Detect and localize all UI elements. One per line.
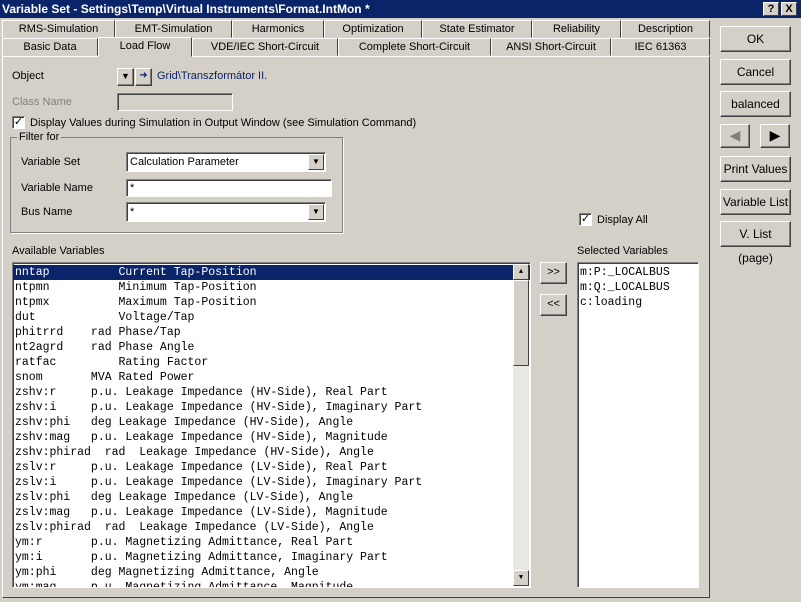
- window-title: Variable Set - Settings\Temp\Virtual Ins…: [2, 2, 370, 16]
- tab-ansi-short-circuit[interactable]: ANSI Short-Circuit: [491, 38, 611, 56]
- class-name-field: [117, 93, 233, 111]
- bus-name-value: *: [130, 206, 135, 218]
- available-variables-label: Available Variables: [12, 245, 105, 257]
- object-link[interactable]: Grid\Transzformátor II.: [157, 70, 267, 82]
- next-arrow-icon[interactable]: ▶: [760, 124, 790, 148]
- title-bar: Variable Set - Settings\Temp\Virtual Ins…: [0, 0, 801, 18]
- list-item[interactable]: ym:phi deg Magnetizing Admittance, Angle: [13, 565, 530, 580]
- list-item[interactable]: m:Q:_LOCALBUS: [578, 280, 698, 295]
- bus-name-label: Bus Name: [21, 206, 73, 218]
- list-item[interactable]: ntpmn Minimum Tap-Position: [13, 280, 530, 295]
- print-values-button[interactable]: Print Values: [720, 156, 791, 182]
- list-item[interactable]: ym:i p.u. Magnetizing Admittance, Imagin…: [13, 550, 530, 565]
- available-scrollbar[interactable]: ▲ ▼: [513, 264, 529, 586]
- list-item[interactable]: zshv:r p.u. Leakage Impedance (HV-Side),…: [13, 385, 530, 400]
- tab-optimization[interactable]: Optimization: [324, 20, 422, 38]
- list-item[interactable]: zslv:r p.u. Leakage Impedance (LV-Side),…: [13, 460, 530, 475]
- list-item[interactable]: zslv:phi deg Leakage Impedance (LV-Side)…: [13, 490, 530, 505]
- list-item[interactable]: c:loading: [578, 295, 698, 310]
- balanced-button[interactable]: balanced: [720, 91, 791, 117]
- list-item[interactable]: ym:mag p.u. Magnetizing Admittance, Magn…: [13, 580, 530, 587]
- list-item[interactable]: zshv:i p.u. Leakage Impedance (HV-Side),…: [13, 400, 530, 415]
- object-dropdown-button[interactable]: ▼: [117, 68, 134, 86]
- display-all-label: Display All: [597, 214, 648, 226]
- variable-name-input[interactable]: *: [126, 179, 332, 197]
- scroll-up-icon[interactable]: ▲: [513, 264, 529, 280]
- list-item[interactable]: zslv:phirad rad Leakage Impedance (LV-Si…: [13, 520, 530, 535]
- list-item[interactable]: zshv:phi deg Leakage Impedance (HV-Side)…: [13, 415, 530, 430]
- object-label: Object: [12, 70, 44, 82]
- list-item[interactable]: zslv:mag p.u. Leakage Impedance (LV-Side…: [13, 505, 530, 520]
- selected-variables-list[interactable]: m:P:_LOCALBUS m:Q:_LOCALBUS c:loading: [577, 262, 699, 588]
- list-item[interactable]: zslv:i p.u. Leakage Impedance (LV-Side),…: [13, 475, 530, 490]
- display-values-checkbox[interactable]: ✓: [12, 116, 25, 129]
- add-variable-button[interactable]: >>: [540, 262, 567, 284]
- chevron-down-icon[interactable]: ▼: [308, 154, 324, 170]
- tab-basic-data[interactable]: Basic Data: [2, 38, 98, 56]
- list-item[interactable]: dut Voltage/Tap: [13, 310, 530, 325]
- list-item[interactable]: nt2agrd rad Phase Angle: [13, 340, 530, 355]
- list-item[interactable]: m:P:_LOCALBUS: [578, 265, 698, 280]
- list-item[interactable]: zshv:phirad rad Leakage Impedance (HV-Si…: [13, 445, 530, 460]
- help-button[interactable]: ?: [763, 2, 779, 16]
- list-item[interactable]: snom MVA Rated Power: [13, 370, 530, 385]
- tab-vde-iec-short-circuit[interactable]: VDE/IEC Short-Circuit: [192, 38, 338, 56]
- tab-harmonics[interactable]: Harmonics: [232, 20, 324, 38]
- list-item[interactable]: phitrrd rad Phase/Tap: [13, 325, 530, 340]
- tab-description[interactable]: Description: [621, 20, 710, 38]
- list-item[interactable]: ratfac Rating Factor: [13, 355, 530, 370]
- list-item[interactable]: ym:r p.u. Magnetizing Admittance, Real P…: [13, 535, 530, 550]
- variable-set-select[interactable]: Calculation Parameter ▼: [126, 152, 326, 172]
- variable-set-label: Variable Set: [21, 156, 81, 168]
- list-item[interactable]: ntpmx Maximum Tap-Position: [13, 295, 530, 310]
- variable-name-label: Variable Name: [21, 182, 93, 194]
- tab-load-flow[interactable]: Load Flow: [98, 37, 192, 57]
- tab-state-estimator[interactable]: State Estimator: [422, 20, 532, 38]
- tab-emt-simulation[interactable]: EMT-Simulation: [115, 20, 232, 38]
- bus-name-select[interactable]: * ▼: [126, 202, 326, 222]
- close-button[interactable]: X: [781, 2, 797, 16]
- chevron-down-icon: ▼: [121, 71, 130, 81]
- selected-variables-label: Selected Variables: [577, 245, 668, 257]
- cancel-button[interactable]: Cancel: [720, 59, 791, 85]
- v-list-page-button[interactable]: V. List (page): [720, 221, 791, 265]
- display-values-label: Display Values during Simulation in Outp…: [30, 117, 417, 129]
- tab-rms-simulation[interactable]: RMS-Simulation: [2, 20, 115, 38]
- prev-arrow-icon[interactable]: ◀: [720, 124, 750, 148]
- available-variables-list[interactable]: nntap Current Tap-Position ntpmn Minimum…: [12, 262, 531, 588]
- ok-button[interactable]: OK: [720, 26, 791, 52]
- list-item[interactable]: zshv:mag p.u. Leakage Impedance (HV-Side…: [13, 430, 530, 445]
- arrow-right-icon: ➜: [139, 70, 148, 81]
- class-name-label: Class Name: [12, 96, 72, 108]
- scroll-thumb[interactable]: [513, 280, 529, 366]
- filter-title: Filter for: [17, 131, 62, 143]
- object-jump-button[interactable]: ➜: [135, 68, 152, 86]
- remove-variable-button[interactable]: <<: [540, 294, 567, 316]
- list-item[interactable]: nntap Current Tap-Position: [13, 265, 530, 280]
- variable-set-value: Calculation Parameter: [130, 156, 239, 168]
- variable-list-button[interactable]: Variable List: [720, 189, 791, 215]
- tab-iec-61363[interactable]: IEC 61363: [611, 38, 710, 56]
- tab-reliability[interactable]: Reliability: [532, 20, 621, 38]
- chevron-down-icon[interactable]: ▼: [308, 204, 324, 220]
- tab-complete-short-circuit[interactable]: Complete Short-Circuit: [338, 38, 491, 56]
- scroll-down-icon[interactable]: ▼: [513, 570, 529, 586]
- display-all-checkbox[interactable]: ✓: [579, 213, 592, 226]
